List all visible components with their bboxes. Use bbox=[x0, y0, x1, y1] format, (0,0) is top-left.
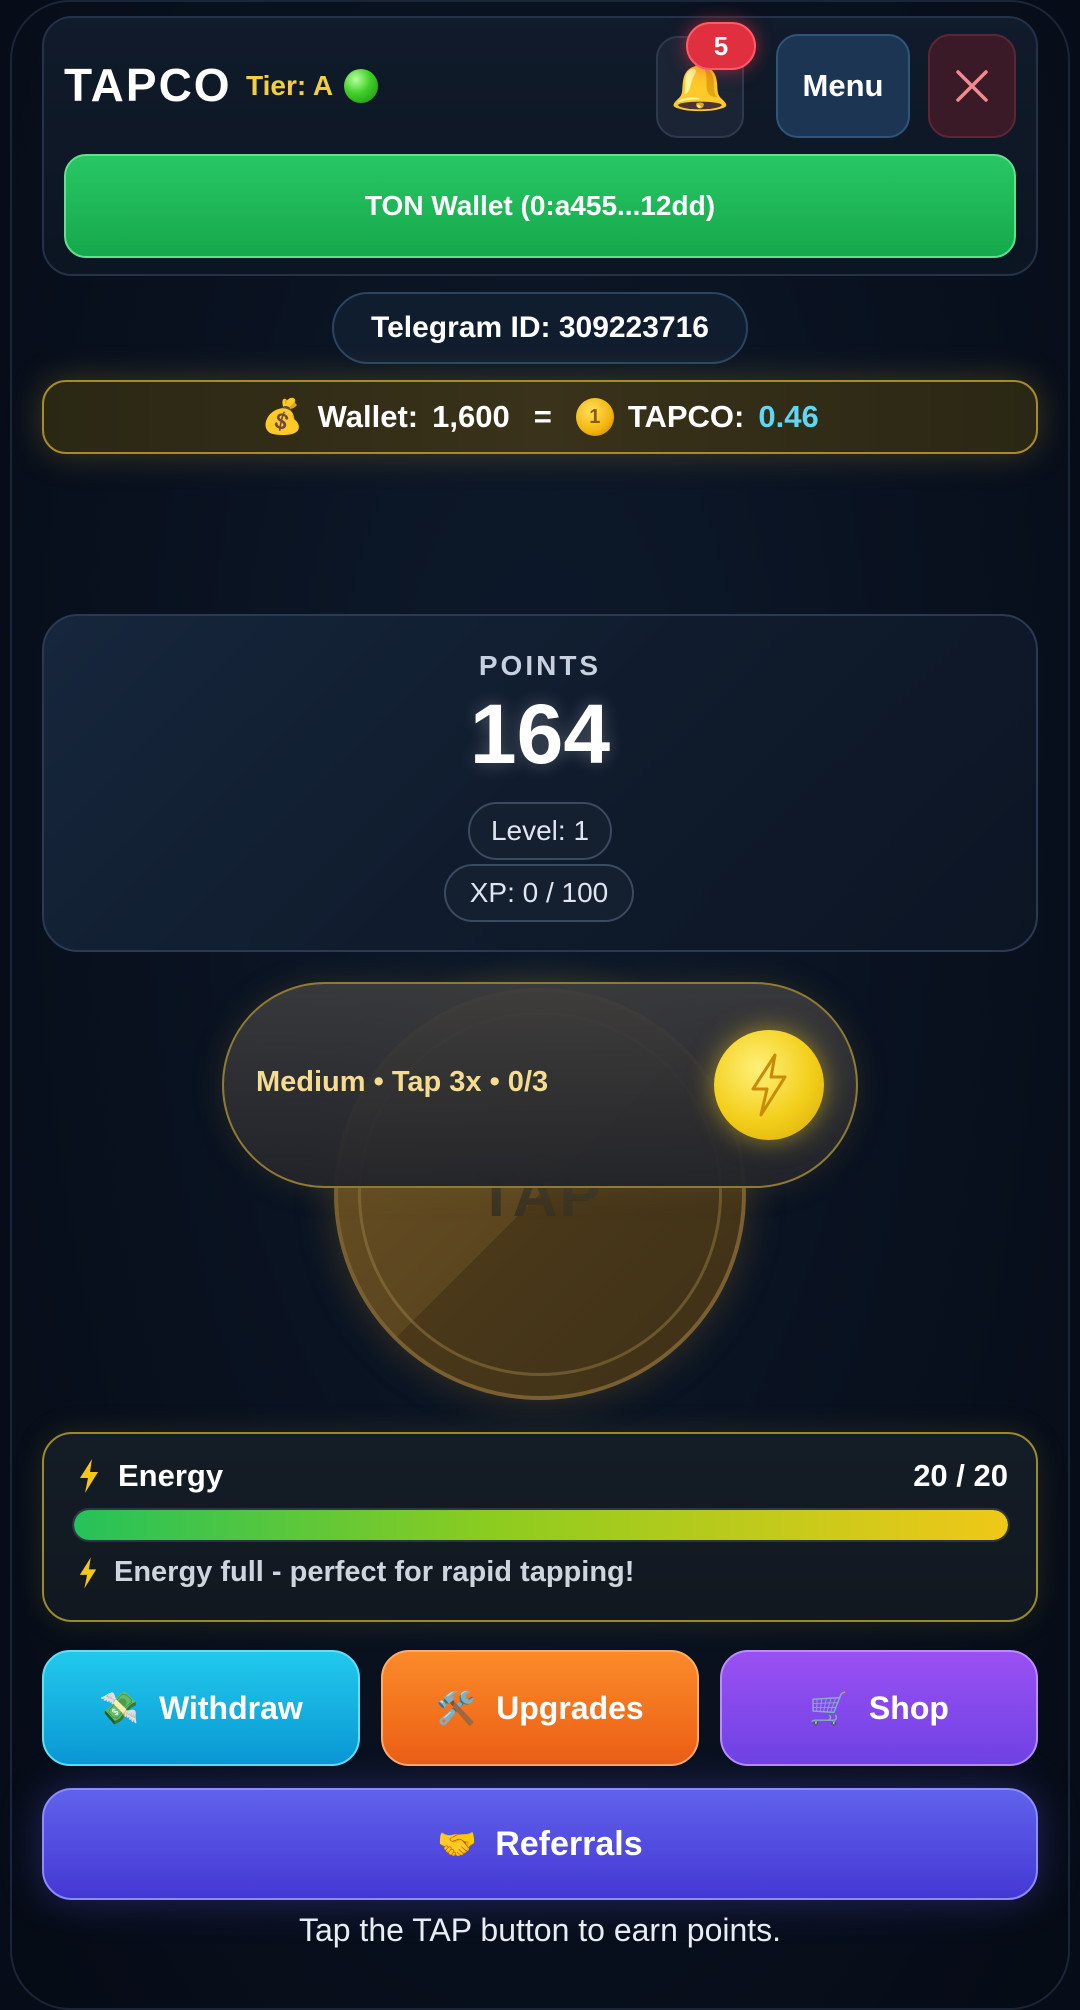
telegram-id-pill: Telegram ID: 309223716 bbox=[332, 292, 748, 364]
xp-pill: XP: 0 / 100 bbox=[444, 864, 634, 922]
energy-count: 20 / 20 bbox=[913, 1458, 1008, 1493]
equals-sign: = bbox=[533, 399, 552, 434]
referrals-label: Referrals bbox=[495, 1824, 643, 1863]
close-button[interactable] bbox=[928, 34, 1016, 138]
tier-label: Tier: A bbox=[246, 70, 334, 101]
shop-label: Shop bbox=[868, 1689, 949, 1726]
points-value: 164 bbox=[469, 687, 611, 781]
withdraw-label: Withdraw bbox=[159, 1689, 303, 1726]
energy-progress-fill bbox=[74, 1510, 1008, 1540]
money-with-wings-icon: 💸 bbox=[99, 1690, 140, 1726]
ton-wallet-button[interactable]: TON Wallet (0:a455...12dd) bbox=[64, 154, 1016, 258]
bell-icon: 🔔 bbox=[670, 60, 730, 113]
brand-title: TAPCO bbox=[64, 59, 232, 111]
energy-message-bolt-icon bbox=[79, 1557, 97, 1589]
withdraw-button[interactable]: 💸 Withdraw bbox=[42, 1650, 360, 1766]
upgrades-label: Upgrades bbox=[496, 1689, 644, 1726]
level-pill: Level: 1 bbox=[468, 802, 612, 860]
tap-hint-text: Medium • Tap 3x • 0/3 bbox=[256, 1066, 549, 1098]
referrals-button[interactable]: 🤝 Referrals bbox=[42, 1788, 1038, 1900]
energy-progress-bar bbox=[72, 1508, 1010, 1542]
notification-count-badge: 5 bbox=[686, 22, 756, 70]
wallet-label: Wallet: bbox=[317, 399, 419, 434]
balance-bar: 💰 Wallet: 1,600 = 1 TAPCO: 0.46 bbox=[42, 380, 1038, 454]
upgrades-button[interactable]: 🛠️ Upgrades bbox=[381, 1650, 699, 1766]
money-bag-icon: 💰 bbox=[261, 398, 304, 436]
energy-message: Energy full - perfect for rapid tapping! bbox=[114, 1556, 635, 1588]
bolt-coin-icon bbox=[714, 1030, 824, 1140]
shop-button[interactable]: 🛒 Shop bbox=[720, 1650, 1038, 1766]
handshake-icon: 🤝 bbox=[437, 1826, 478, 1862]
footer-hint: Tap the TAP button to earn points. bbox=[298, 1912, 782, 1948]
tier-status-dot-icon bbox=[344, 69, 378, 103]
menu-button[interactable]: Menu bbox=[776, 34, 910, 138]
wallet-value: 1,600 bbox=[432, 399, 510, 434]
shopping-cart-icon: 🛒 bbox=[809, 1690, 849, 1726]
tapco-value: 0.46 bbox=[758, 399, 819, 434]
tapco-label: TAPCO: bbox=[627, 399, 745, 434]
energy-bolt-icon bbox=[80, 1459, 98, 1493]
close-icon bbox=[956, 70, 988, 102]
energy-title: Energy bbox=[118, 1458, 224, 1493]
points-label: POINTS bbox=[478, 650, 602, 681]
hammer-wrench-icon: 🛠️ bbox=[436, 1690, 477, 1726]
tapco-coin-icon: 1 bbox=[575, 398, 614, 436]
lightning-icon bbox=[751, 1053, 787, 1117]
